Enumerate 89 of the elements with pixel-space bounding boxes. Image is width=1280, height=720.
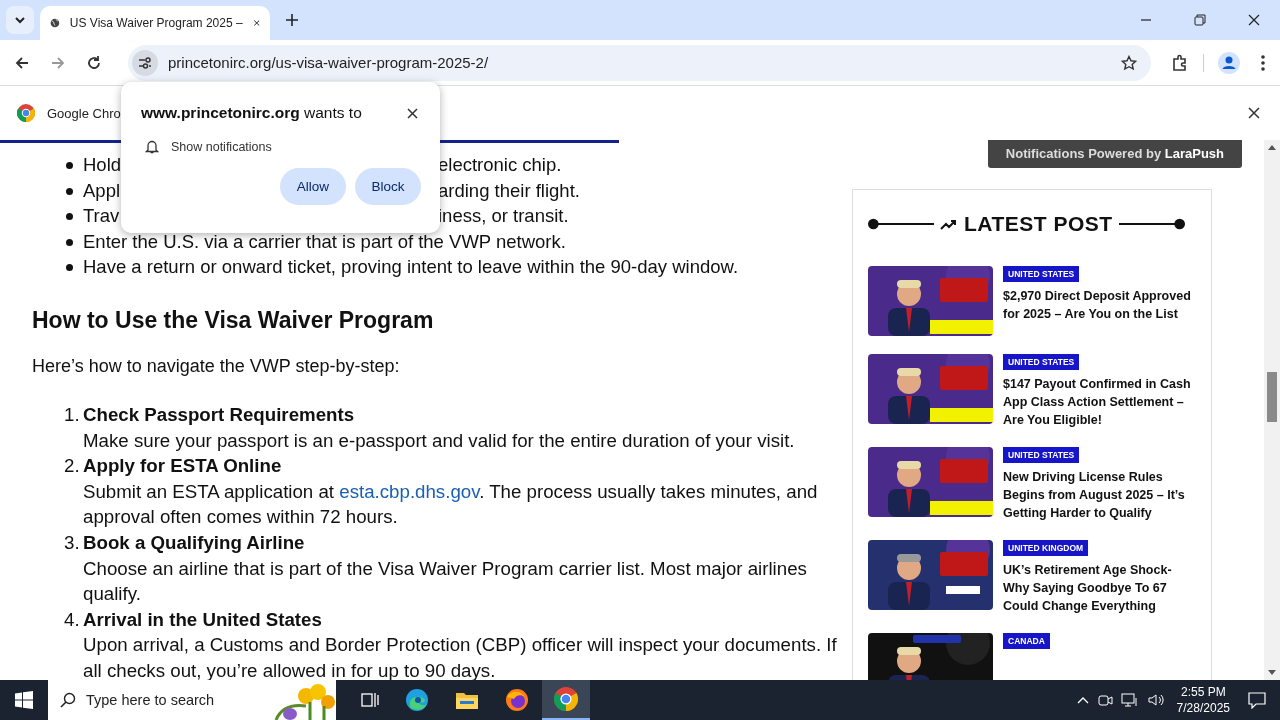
tab-search-button[interactable] <box>6 6 34 34</box>
bell-icon <box>145 139 159 154</box>
bullet-icon <box>66 162 73 169</box>
firefox-icon[interactable] <box>505 688 529 712</box>
volume-icon[interactable] <box>1146 692 1165 708</box>
list-text: Enter the U.S. via a carrier that is part of the VWP network. <box>83 229 566 254</box>
post-title[interactable]: $2,970 Direct Deposit Approved for 2025 – Are You on the List <box>1003 287 1196 323</box>
chrome-logo-icon <box>554 687 578 711</box>
bullet-icon <box>66 264 73 272</box>
category-tag[interactable]: CANADA <box>1003 633 1050 649</box>
folder-icon[interactable] <box>455 690 479 710</box>
category-tag[interactable]: UNITED STATES <box>1003 447 1080 463</box>
forward-icon[interactable] <box>50 54 66 71</box>
bullet-icon <box>66 187 73 195</box>
site-info-icon[interactable] <box>132 49 158 76</box>
category-tag[interactable]: UNITED KINGDOM <box>1003 540 1089 556</box>
step-title: Arrival in the United States <box>83 607 323 632</box>
scrollbar-thumb[interactable] <box>1267 372 1277 422</box>
back-icon[interactable] <box>14 54 30 71</box>
windows-start-icon[interactable] <box>15 691 33 709</box>
new-tab-icon[interactable] <box>285 13 299 27</box>
restore-icon[interactable] <box>1194 14 1206 26</box>
puzzle-icon[interactable] <box>1171 53 1189 72</box>
step-number: 2. <box>64 454 81 479</box>
list-text: Hold <box>83 153 120 177</box>
sidebar-heading: LATEST POST <box>964 212 1113 236</box>
notification-badge: Notifications Powered by LaraPush <box>987 140 1242 168</box>
post-title[interactable]: New Driving License Rules Begins from August 2025 – It’s Getting Harder to Qualify <box>1003 468 1196 522</box>
menu-icon[interactable] <box>1260 53 1266 72</box>
close-icon[interactable] <box>407 107 418 119</box>
permission-label: Show notifications <box>171 139 272 154</box>
section-heading: How to Use the Visa Waiver Program <box>32 305 435 335</box>
infobar-text: Google Chro <box>47 105 121 121</box>
camera-icon[interactable] <box>1096 692 1113 708</box>
step-text: Upon arrival, a Customs and Border Protection (CBP) officer will inspect your documents. If all checks out, you’re allowed in for up to 90 days. <box>83 633 838 680</box>
address-bar[interactable]: princetonirc.org/us-visa-waiver-program-2025-2/ <box>128 44 1151 81</box>
search-icon <box>60 692 76 708</box>
profile-icon[interactable] <box>1218 51 1240 74</box>
category-tag[interactable]: UNITED STATES <box>1003 266 1080 282</box>
trending-icon <box>940 217 958 231</box>
post-title[interactable]: UK’s Retirement Age Shock- Why Saying Goodbye To 67 Could Change Everything <box>1003 561 1196 615</box>
notification-icon[interactable] <box>1248 691 1266 709</box>
step-text: Submit an ESTA application at esta.cbp.dhs.gov. The process usually takes minutes, and approval often comes within 72 hours. <box>83 479 819 530</box>
scroll-down-icon[interactable] <box>1268 670 1276 676</box>
popup-title: www.princetonirc.org wants to <box>141 104 362 122</box>
line-ornament-icon <box>868 217 934 231</box>
line-ornament-icon <box>1118 217 1185 231</box>
scroll-up-icon[interactable] <box>1268 144 1276 150</box>
step-number: 1. <box>64 402 81 427</box>
taskbar-search-field[interactable]: Type here to search <box>48 680 336 720</box>
scrollbar[interactable] <box>1264 140 1280 680</box>
chrome-logo-icon <box>17 104 35 122</box>
step-text: Make sure your passport is an e-passport and valid for the entire duration of your visit. <box>83 428 796 453</box>
list-text: Have a return or onward ticket, proving intent to leave within the 90-day window. <box>83 255 739 280</box>
paragraph: Here’s how to navigate the VWP step-by-step: <box>32 354 401 378</box>
clock-time: 2:55 PM <box>1180 684 1226 700</box>
browser-tab[interactable]: US Visa Waiver Program 2025 – <box>40 6 270 40</box>
chrome-taskbar-button[interactable] <box>542 680 590 720</box>
search-placeholder: Type here to search <box>86 692 215 708</box>
network-icon[interactable] <box>1120 692 1139 708</box>
close-icon[interactable] <box>1248 14 1260 26</box>
chevron-down-icon <box>14 14 26 26</box>
bullet-icon <box>66 238 73 246</box>
close-icon[interactable] <box>1248 107 1260 119</box>
tab-title: US Visa Waiver Program 2025 – <box>69 16 243 30</box>
step-title: Check Passport Requirements <box>83 402 356 427</box>
url-text: princetonirc.org/us-visa-waiver-program-2025-2/ <box>168 54 490 71</box>
step-title: Book a Qualifying Airline <box>83 530 306 555</box>
list-text: electronic chip. <box>438 153 562 177</box>
post-title[interactable]: $147 Payout Confirmed in Cash App Class Action Settlement – Are You Eligible! <box>1003 375 1196 429</box>
popup-button[interactable]: Allow <box>280 168 346 205</box>
step-text: Choose an airline that is part of the Visa Waiver Program carrier list. Most major airlines qualify. <box>83 556 808 607</box>
category-tag[interactable]: UNITED STATES <box>1003 354 1080 370</box>
reload-icon[interactable] <box>86 54 102 71</box>
step-number: 3. <box>64 530 81 555</box>
popup-button[interactable]: Block <box>355 168 421 205</box>
bullet-icon <box>66 213 73 221</box>
clock-date: 7/28/2025 <box>1176 700 1230 716</box>
task-view-icon[interactable] <box>361 691 379 709</box>
chevron-up-icon[interactable] <box>1076 696 1089 704</box>
step-number: 4. <box>64 607 81 632</box>
link[interactable]: esta.cbp.dhs.gov <box>339 480 480 502</box>
star-icon[interactable] <box>1121 54 1137 71</box>
step-title: Apply for ESTA Online <box>83 454 283 479</box>
list-text: Trav <box>83 204 120 229</box>
edge-icon[interactable] <box>405 688 429 712</box>
list-text: arding their flight. <box>438 178 580 203</box>
close-icon[interactable] <box>252 17 260 29</box>
list-text: Appl <box>83 178 120 203</box>
